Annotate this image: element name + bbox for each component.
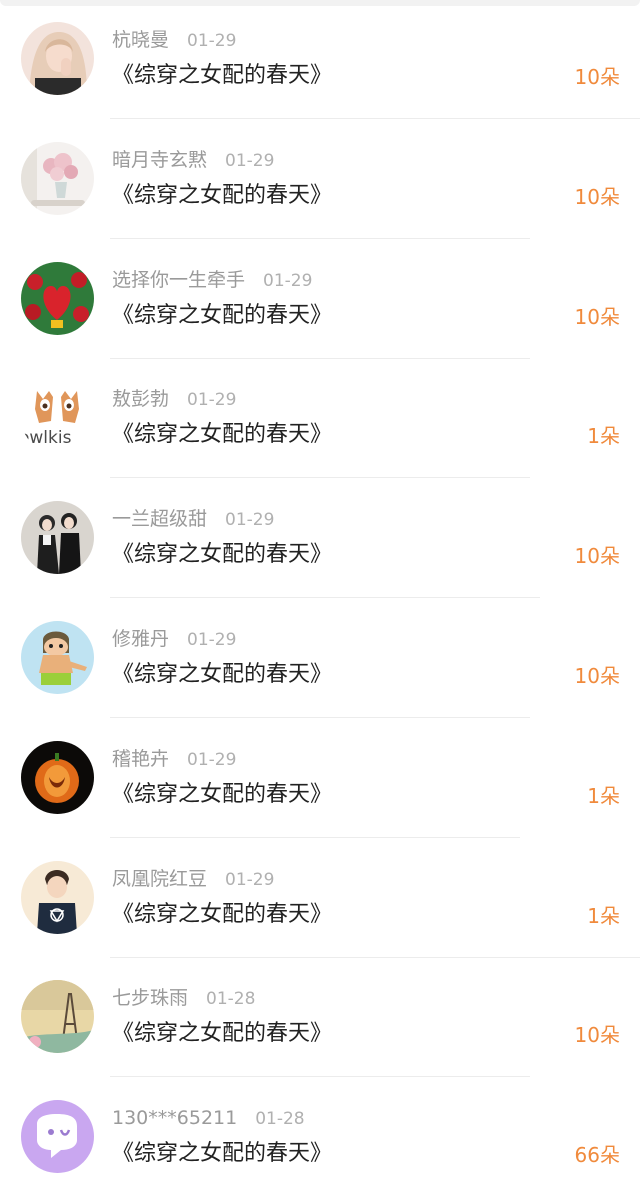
date-label: 01-29 <box>187 749 237 770</box>
user-name: 一兰超级甜 01-29 <box>112 508 275 531</box>
flower-count: 10朵 <box>574 544 620 569</box>
list-item[interactable]: 稽艳卉 01-29 《综穿之女配的春天》 1朵 <box>0 719 640 838</box>
cartoon-character-icon[interactable] <box>21 621 94 694</box>
user-name: 敖彭勃 01-29 <box>112 388 237 411</box>
list-item[interactable]: 暗月寺玄黙 01-29 《综穿之女配的春天》 10朵 <box>0 120 640 239</box>
list-item[interactable]: 杭晓曼 01-29 《综穿之女配的春天》 10朵 <box>0 0 640 119</box>
user-name: 稽艳卉 01-29 <box>112 747 237 770</box>
date-label: 01-29 <box>225 510 275 531</box>
woman-portrait-icon[interactable] <box>21 22 94 95</box>
date-label: 01-29 <box>263 270 313 291</box>
boy-portrait-icon[interactable] <box>21 860 94 934</box>
pumpkin-icon[interactable] <box>21 740 94 814</box>
user-name: 修雅丹 01-29 <box>112 628 237 650</box>
roses-heart-icon[interactable] <box>21 261 94 335</box>
book-title: 《综穿之女配的春天》 <box>112 1141 333 1167</box>
list-item[interactable]: 七步珠雨 01-28 《综穿之女配的春天》 10朵 <box>0 958 640 1078</box>
flower-count: 1朵 <box>587 903 620 928</box>
list-item[interactable]: owlkis 敖彭勃 01-29 《综穿之女配的春天》 1朵 <box>0 359 640 479</box>
date-label: 01-29 <box>187 31 237 51</box>
book-title: 《综穿之女配的春天》 <box>112 63 333 88</box>
chat-bubble-icon[interactable] <box>21 1100 94 1174</box>
date-label: 01-28 <box>255 1109 305 1130</box>
flower-vase-icon[interactable] <box>21 141 94 215</box>
list-item[interactable]: 修雅丹 01-29 《综穿之女配的春天》 10朵 <box>0 599 640 718</box>
book-title: 《综穿之女配的春天》 <box>112 781 333 807</box>
book-title: 《综穿之女配的春天》 <box>112 662 333 687</box>
eiffel-tower-icon[interactable] <box>21 980 94 1054</box>
flower-count: 10朵 <box>574 664 620 688</box>
book-title: 《综穿之女配的春天》 <box>112 901 333 927</box>
date-label: 01-29 <box>225 150 275 171</box>
book-title: 《综穿之女配的春天》 <box>112 1021 333 1047</box>
list-item[interactable]: 一兰超级甜 01-29 《综穿之女配的春天》 10朵 <box>0 479 640 599</box>
book-title: 《综穿之女配的春天》 <box>112 302 333 328</box>
user-name: 凤凰院红豆 01-29 <box>112 867 275 890</box>
owlkiss-logo-text: owlkis <box>21 428 72 448</box>
date-label: 01-28 <box>206 989 256 1010</box>
book-title: 《综穿之女配的春天》 <box>112 542 333 568</box>
flower-count: 10朵 <box>574 65 620 89</box>
list-item[interactable]: 凤凰院红豆 01-29 《综穿之女配的春天》 1朵 <box>0 839 640 958</box>
list-item[interactable]: 选择你一生牵手 01-29 《综穿之女配的春天》 10朵 <box>0 240 640 359</box>
couple-photo-icon[interactable] <box>21 501 94 575</box>
owlkiss-logo-icon[interactable]: owlkis <box>21 381 94 455</box>
user-name: 杭晓曼 01-29 <box>112 29 237 51</box>
flower-count: 10朵 <box>574 1023 620 1048</box>
book-title: 《综穿之女配的春天》 <box>112 422 333 448</box>
list-item[interactable]: 130***65211 01-28 《综穿之女配的春天》 66朵 <box>0 1078 640 1197</box>
flower-count: 10朵 <box>574 184 620 209</box>
user-name: 七步珠雨 01-28 <box>112 987 256 1010</box>
user-name: 130***65211 01-28 <box>112 1107 305 1130</box>
date-label: 01-29 <box>187 630 237 650</box>
date-label: 01-29 <box>225 869 275 890</box>
book-title: 《综穿之女配的春天》 <box>112 182 333 208</box>
user-name: 选择你一生牵手 01-29 <box>112 268 313 291</box>
flower-count: 10朵 <box>574 304 620 329</box>
user-name: 暗月寺玄黙 01-29 <box>112 148 275 171</box>
date-label: 01-29 <box>187 390 237 411</box>
flower-count: 1朵 <box>587 424 620 449</box>
flower-count: 1朵 <box>587 783 620 808</box>
flower-count: 66朵 <box>574 1143 620 1168</box>
